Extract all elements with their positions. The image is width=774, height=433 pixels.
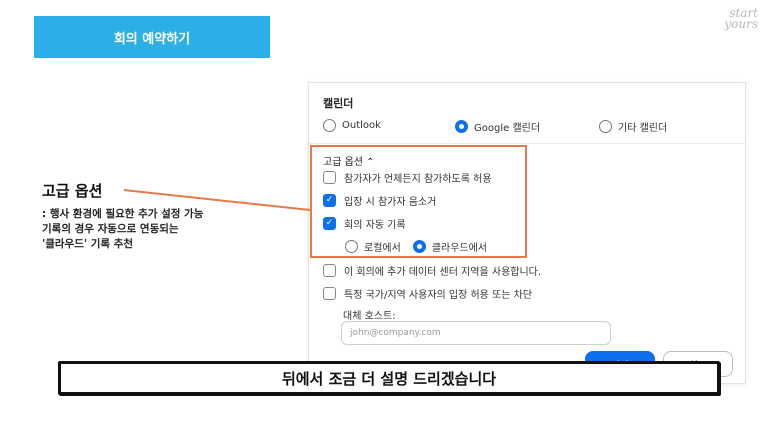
page-title-banner: 회의 예약하기 xyxy=(34,16,270,58)
brand-logo: start yours xyxy=(724,6,758,31)
alt-host-label: 대체 호스트: xyxy=(343,311,396,322)
radio-icon xyxy=(599,120,612,133)
radio-selected-icon xyxy=(455,120,468,133)
radio-selected-icon xyxy=(412,239,426,253)
meeting-settings-panel: 캘린더 Outlook Google 캘린더 기타 캘린더 고급 옵션 ⌃ 참가… xyxy=(308,82,746,384)
option-extra-data-center[interactable]: 이 회의에 추가 데이터 센터 지역을 사용합니다. xyxy=(323,263,541,278)
calendar-option-outlook[interactable]: Outlook xyxy=(323,119,381,132)
checkbox-checked-icon[interactable]: ✓ xyxy=(323,217,336,230)
page-title: 회의 예약하기 xyxy=(113,31,191,47)
checkbox-checked-icon[interactable]: ✓ xyxy=(323,194,336,207)
calendar-label: 캘린더 xyxy=(323,97,354,110)
caption-bar: 뒤에서 조금 더 설명 드리겠습니다 xyxy=(58,361,720,395)
option-mute-on-entry[interactable]: ✓ 입장 시 참가자 음소거 xyxy=(323,193,436,208)
callout-description: : 행사 환경에 필요한 추가 설정 가능 기록의 경우 자동으로 연동되는 '… xyxy=(42,208,204,250)
option-auto-record[interactable]: ✓ 회의 자동 기록 xyxy=(323,216,406,231)
calendar-radio-group: Outlook Google 캘린더 기타 캘린더 xyxy=(323,119,733,135)
divider xyxy=(309,143,745,144)
alt-host-input[interactable] xyxy=(341,321,611,345)
option-join-anytime[interactable]: 참가자가 언제든지 참가하도록 허용 xyxy=(323,170,492,185)
checkbox-icon[interactable] xyxy=(323,264,336,277)
record-option-local[interactable]: 로컬에서 xyxy=(345,239,401,254)
advanced-options-toggle[interactable]: 고급 옵션 ⌃ xyxy=(323,153,375,168)
checkbox-icon[interactable] xyxy=(323,287,336,300)
radio-icon xyxy=(323,119,336,132)
record-location-group: 로컬에서 클라우드에서 xyxy=(345,238,499,254)
option-region-block[interactable]: 특정 국가/지역 사용자의 입장 허용 또는 차단 xyxy=(323,286,532,301)
callout-title: 고급 옵션 xyxy=(42,182,103,200)
caption-text: 뒤에서 조금 더 설명 드리겠습니다 xyxy=(281,369,497,388)
checkbox-icon[interactable] xyxy=(323,171,336,184)
radio-icon xyxy=(345,239,358,253)
record-option-cloud[interactable]: 클라우드에서 xyxy=(412,239,487,254)
calendar-option-other[interactable]: 기타 캘린더 xyxy=(599,119,667,134)
calendar-option-google[interactable]: Google 캘린더 xyxy=(455,119,540,134)
